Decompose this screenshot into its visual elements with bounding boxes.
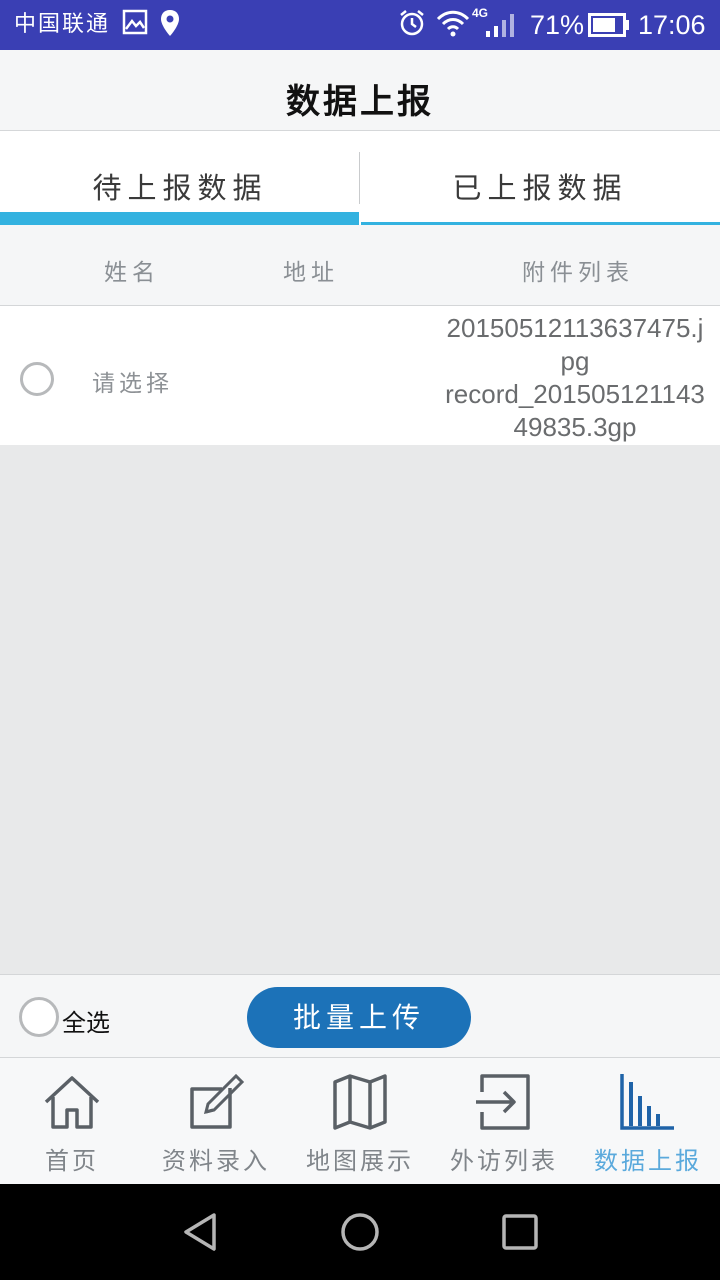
column-header-name: 姓名: [104, 260, 160, 286]
batch-upload-button[interactable]: 批量上传: [247, 987, 471, 1048]
nav-data-entry[interactable]: 资料录入: [144, 1058, 288, 1184]
nav-home[interactable]: 首页: [0, 1058, 144, 1184]
nav-label: 外访列表: [450, 1147, 558, 1175]
gallery-icon: [122, 9, 148, 39]
attachment-text: pg: [560, 346, 590, 376]
attachment-text: record_201505121143: [445, 379, 705, 409]
nav-label: 资料录入: [162, 1147, 270, 1175]
battery-icon: [588, 13, 630, 41]
select-all-radio[interactable]: [19, 997, 59, 1037]
tab-divider: [359, 152, 360, 204]
tab-bar: 待上报数据 已上报数据: [0, 131, 720, 225]
tab-pending-data[interactable]: 待上报数据: [0, 131, 360, 225]
status-bar: 中国联通 4G 71% 17:06: [0, 0, 720, 50]
nav-data-report[interactable]: 数据上报: [576, 1058, 720, 1184]
column-header-attachments: 附件列表: [522, 260, 634, 286]
page-title: 数据上报: [286, 82, 434, 122]
clock: 17:06: [638, 10, 706, 40]
active-tab-indicator: [0, 212, 359, 225]
tab-label: 待上报数据: [92, 171, 268, 205]
signal-icon: [484, 13, 518, 43]
table-row[interactable]: 请选择 20150512113637475.j pg record_201505…: [0, 306, 720, 445]
back-icon[interactable]: [182, 1212, 218, 1256]
carrier-name: 中国联通: [14, 12, 111, 37]
name-select-placeholder[interactable]: 请选择: [92, 364, 173, 398]
system-nav-bar: [0, 1184, 720, 1280]
attachment-text: 20150512113637475.j: [446, 313, 704, 343]
tab-reported-data[interactable]: 已上报数据: [360, 131, 720, 225]
column-header-address: 地址: [283, 260, 339, 286]
tab-label: 已上报数据: [452, 171, 628, 205]
nav-label: 地图展示: [306, 1147, 414, 1175]
recents-icon[interactable]: [502, 1214, 538, 1254]
attachment-text: 49835.3gp: [513, 412, 637, 442]
attachment-list: 20150512113637475.j pg record_2015051211…: [430, 312, 720, 444]
alarm-icon: [398, 9, 426, 41]
nav-map[interactable]: 地图展示: [288, 1058, 432, 1184]
row-select-radio[interactable]: [20, 362, 54, 396]
action-bar: 全选 批量上传: [0, 974, 720, 1058]
select-all-label[interactable]: 全选: [62, 1003, 110, 1038]
table-header: 姓名 地址 附件列表: [0, 225, 720, 306]
title-bar: 数据上报: [0, 50, 720, 131]
home-circle-icon[interactable]: [340, 1212, 380, 1256]
nav-label: 首页: [45, 1147, 99, 1175]
bottom-nav: 首页 资料录入 地图展示 外访列表 数据上报: [0, 1058, 720, 1184]
location-icon: [160, 9, 180, 41]
nav-visit-list[interactable]: 外访列表: [432, 1058, 576, 1184]
wifi-icon: [436, 9, 470, 41]
battery-percent: 71%: [530, 10, 585, 40]
nav-label: 数据上报: [594, 1147, 702, 1175]
